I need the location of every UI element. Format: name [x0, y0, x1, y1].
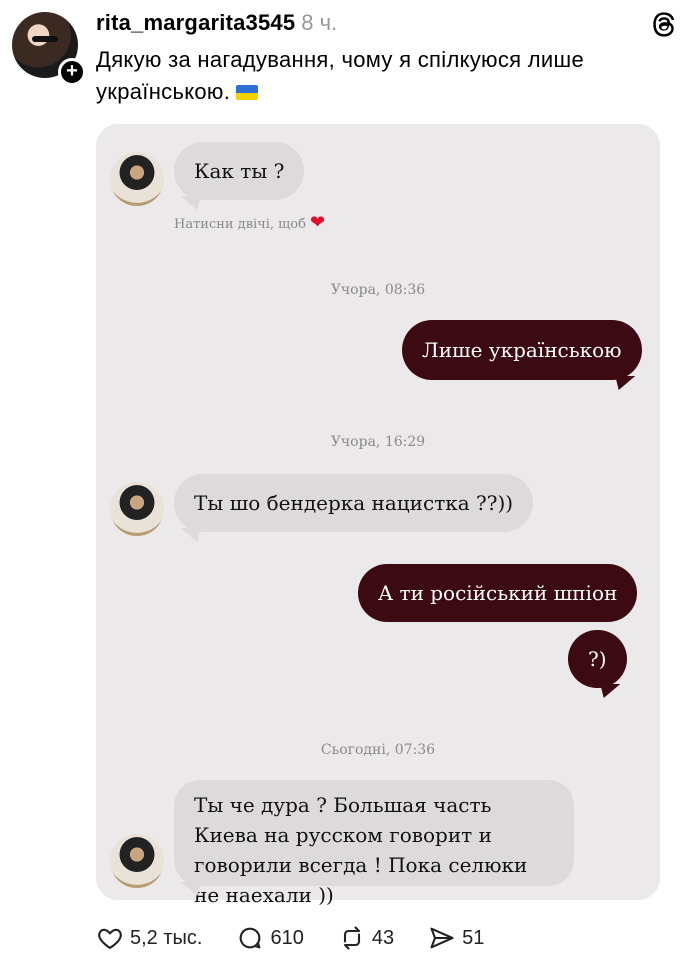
username[interactable]: rita_margarita3545: [96, 10, 295, 35]
avatar-wrap[interactable]: +: [12, 12, 86, 86]
like-count: 5,2 тыс.: [130, 926, 203, 949]
threads-logo-icon[interactable]: [648, 8, 680, 40]
comment-button[interactable]: 610: [236, 924, 304, 952]
share-count: 51: [462, 926, 485, 949]
share-button[interactable]: 51: [428, 924, 484, 952]
heart-icon: ❤: [309, 212, 326, 233]
message-bubble-outgoing: ?): [568, 630, 627, 688]
contact-avatar: [110, 482, 164, 536]
message-text: Лише українською: [422, 338, 622, 362]
post-text-content: Дякую за нагадування, чому я спілкуюся л…: [96, 47, 584, 104]
message-text: ?): [588, 647, 607, 671]
comment-count: 610: [270, 926, 304, 949]
message-bubble-incoming: Ты шо бендерка нацистка ??)): [174, 474, 534, 532]
post-header: rita_margarita3545 8 ч.: [96, 10, 337, 36]
hint-text: Натисни двічі, щоб: [174, 217, 306, 232]
timestamp: Учора, 08:36: [330, 282, 426, 298]
contact-avatar: [110, 152, 164, 206]
post-text: Дякую за нагадування, чому я спілкуюся л…: [96, 44, 656, 108]
message-text: А ти російський шпіон: [378, 581, 618, 605]
repost-count: 43: [371, 926, 395, 949]
message-text: Ты че дура ? Большая часть Киева на русс…: [194, 793, 528, 907]
repost-icon: [343, 926, 360, 950]
timestamp: Учора, 16:29: [330, 434, 426, 450]
repost-button[interactable]: 43: [338, 924, 394, 952]
message-text: Ты шо бендерка нацистка ??)): [194, 491, 514, 515]
heart-outline-icon: [98, 928, 122, 950]
message-bubble-incoming: Ты че дура ? Большая часть Киева на русс…: [174, 780, 574, 907]
message-bubble-outgoing: Лише українською: [402, 320, 642, 380]
like-button[interactable]: 5,2 тыс.: [96, 924, 202, 952]
message-text: Как ты ?: [194, 159, 285, 183]
timestamp: Сьогодні, 07:36: [320, 742, 436, 758]
double-tap-hint: Натисни двічі, щоб ❤: [174, 212, 325, 233]
contact-avatar: [110, 834, 164, 888]
message-bubble-incoming: Как ты ?: [174, 142, 305, 200]
avatar-glasses: [32, 36, 58, 42]
ukraine-flag-icon: [236, 85, 259, 100]
comment-bubble-icon: [240, 927, 261, 949]
message-bubble-outgoing: А ти російський шпіон: [358, 564, 638, 622]
time-ago: 8 ч.: [301, 10, 338, 35]
follow-plus-icon[interactable]: +: [58, 58, 86, 86]
send-icon: [430, 927, 454, 949]
post-actions: 5,2 тыс. 610 43 51: [96, 924, 518, 952]
chat-screenshot[interactable]: Как ты ? Натисни двічі, щоб ❤ Учора, 08:3…: [96, 124, 660, 907]
